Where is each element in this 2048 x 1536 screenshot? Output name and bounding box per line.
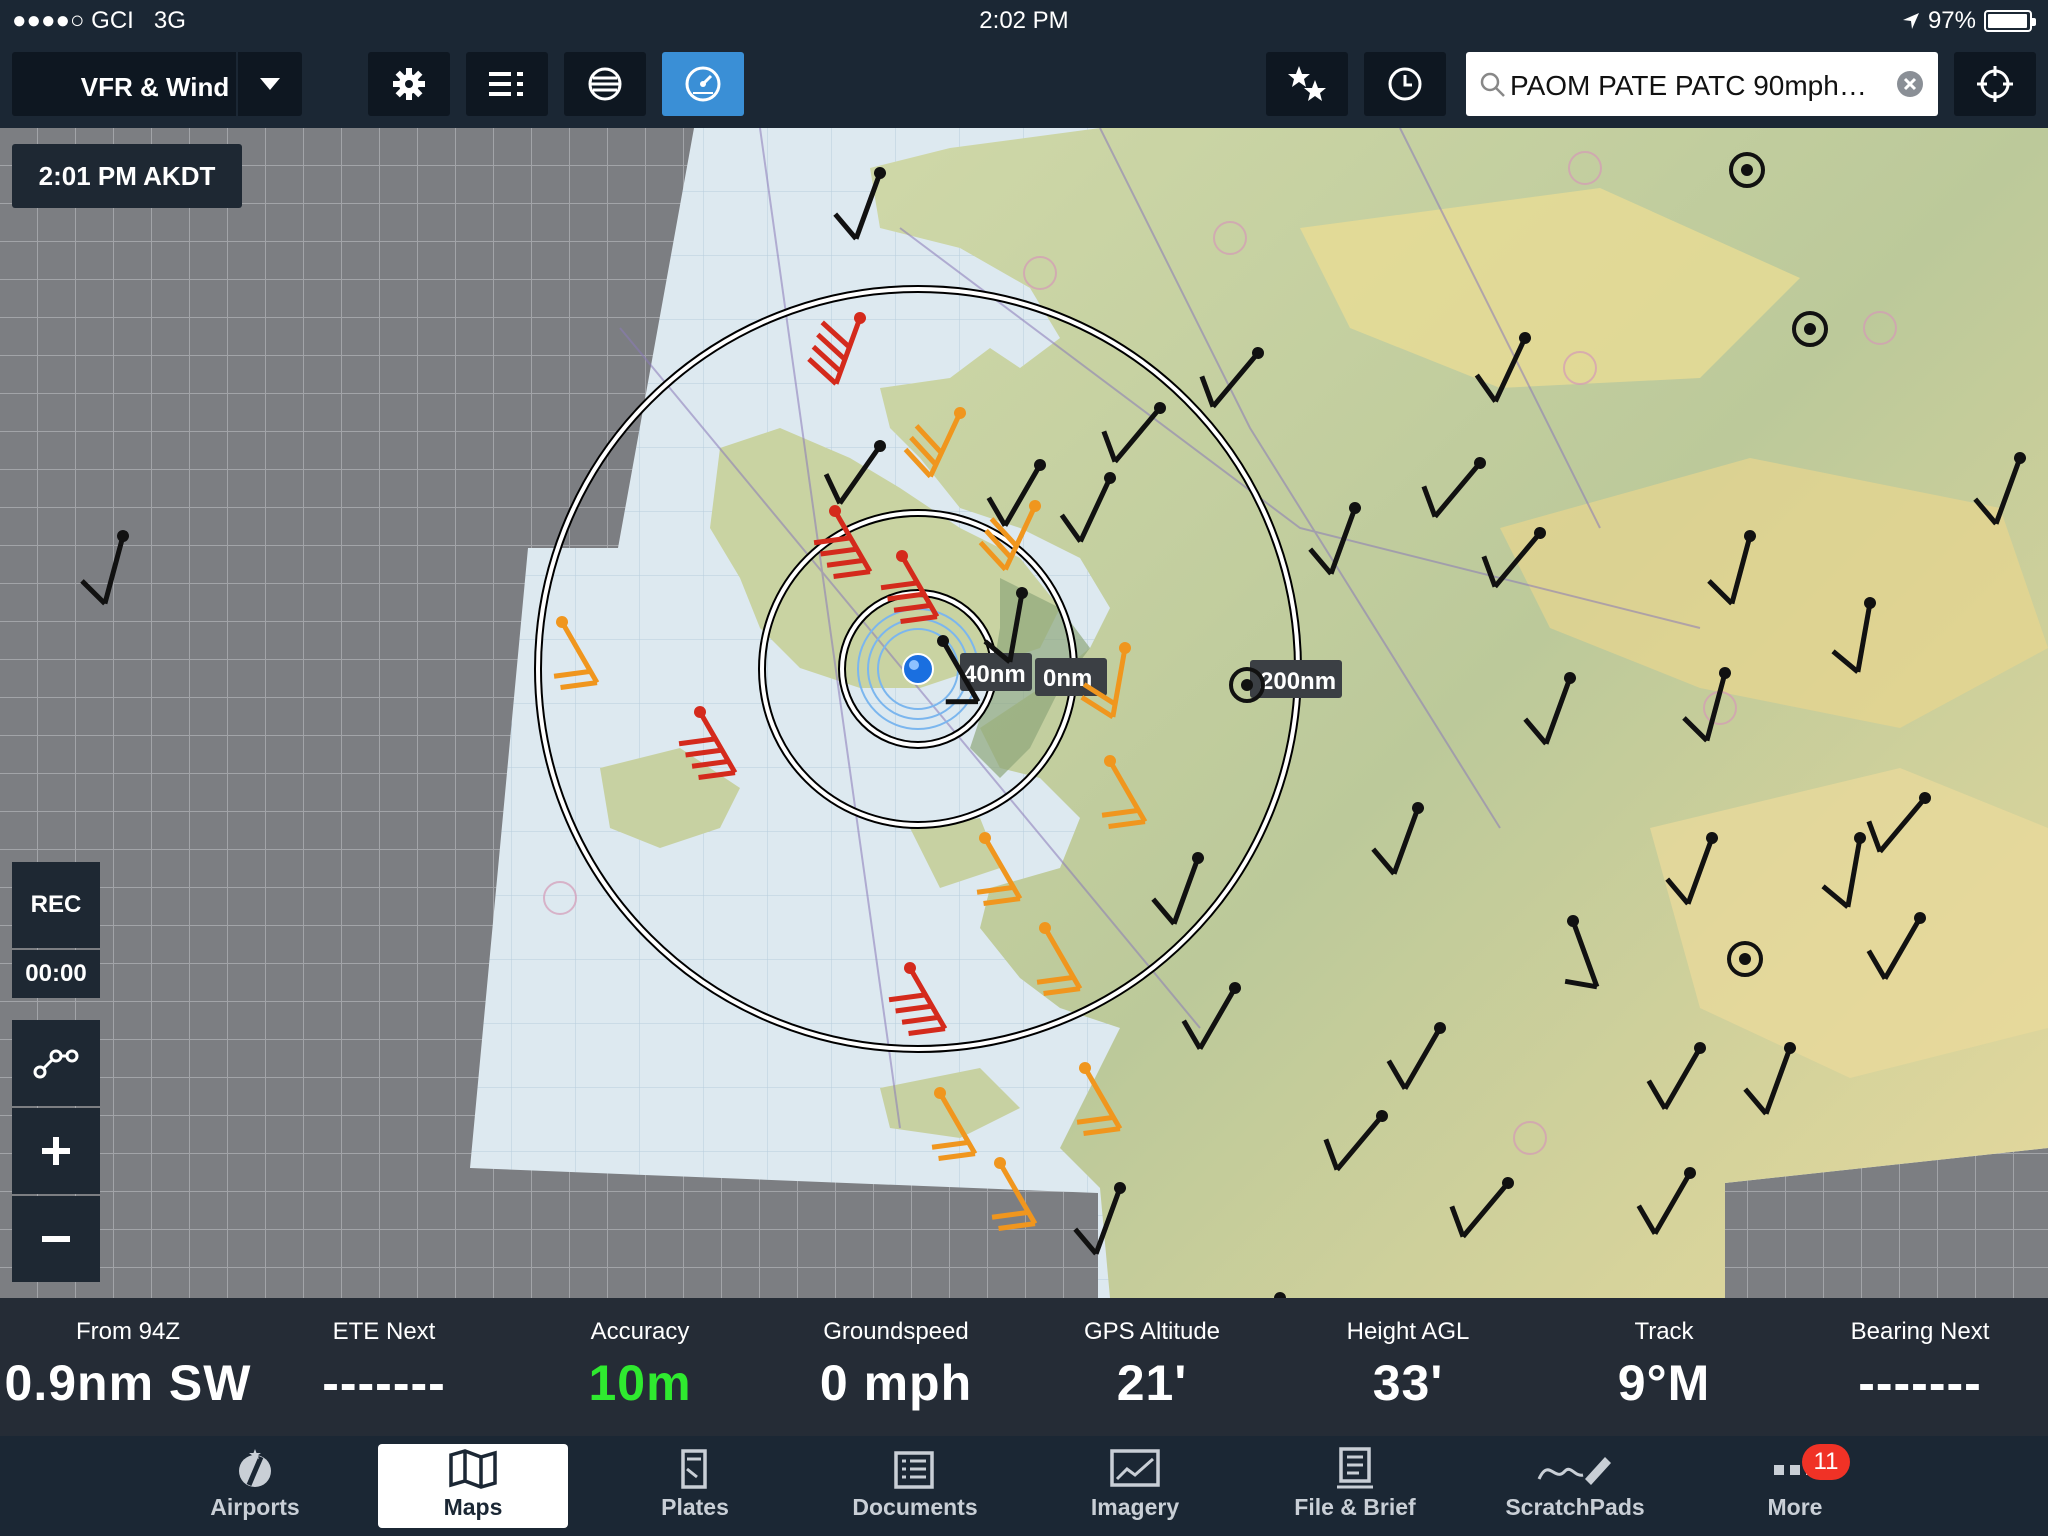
favorites-button[interactable] xyxy=(1266,52,1348,116)
instrument-value: 33' xyxy=(1372,1355,1444,1411)
instrument-panel[interactable]: From 94Z 0.9nm SW ETE Next ------- Accuracy 1… xyxy=(0,1298,2048,1436)
tab-label: Imagery xyxy=(1090,1494,1180,1520)
map-time-chip: 2:01 PM AKDT xyxy=(12,144,242,208)
instrument-value: 10m xyxy=(588,1355,692,1411)
tab-label: Plates xyxy=(661,1494,729,1520)
more-icon xyxy=(1700,1444,1890,1494)
instrument-groundspeed[interactable]: Groundspeed 0 mph xyxy=(768,1298,1024,1436)
record-timer: 00:00 xyxy=(12,950,100,998)
range-label-40-text: 40nm xyxy=(963,661,1026,688)
gauge-icon xyxy=(685,66,721,102)
instrument-value: 0.9nm SW xyxy=(4,1355,252,1411)
chevron-down-icon[interactable] xyxy=(260,78,280,90)
minus-icon xyxy=(42,1236,70,1242)
instrument-value: 9°M xyxy=(1617,1355,1711,1411)
clock-icon xyxy=(1388,67,1422,101)
instrument-value: ------- xyxy=(1858,1355,1982,1411)
tab-label: Documents xyxy=(852,1494,978,1520)
file-brief-icon xyxy=(1260,1444,1450,1494)
plates-icon xyxy=(600,1444,790,1494)
zoom-out-button[interactable] xyxy=(12,1196,100,1282)
tab-label: Airports xyxy=(210,1494,300,1520)
scratchpads-icon xyxy=(1480,1444,1670,1494)
notification-badge: 11 xyxy=(1802,1444,1850,1480)
ownship-marker xyxy=(902,653,934,685)
gear-icon xyxy=(393,68,425,100)
instrument-accuracy[interactable]: Accuracy 10m xyxy=(512,1298,768,1436)
rec-timer-text: 00:00 xyxy=(25,960,87,987)
instrument-label: Bearing Next xyxy=(1850,1318,1990,1345)
tab-bar: Airports Maps Plates Documents Imagery File &… xyxy=(0,1436,2048,1536)
layers-globe-icon xyxy=(588,67,622,101)
rec-label: REC xyxy=(30,891,82,918)
instrument-gps-altitude[interactable]: GPS Altitude 21' xyxy=(1024,1298,1280,1436)
instrument-track[interactable]: Track 9°M xyxy=(1536,1298,1792,1436)
carrier-info: ●●●●○ GCI 3G xyxy=(12,7,186,35)
clock: 2:02 PM xyxy=(979,7,1069,34)
record-button[interactable]: REC xyxy=(12,862,100,948)
map-view[interactable]: 40nm 0nm 200nm 2:01 PM AKDT REC 00:00 xyxy=(0,128,2048,1298)
search-icon xyxy=(1480,72,1505,97)
layer-selector-label: VFR & Wind xyxy=(80,72,230,102)
instrument-label: Groundspeed xyxy=(823,1318,969,1345)
status-bar: ●●●●○ GCI 3G 2:02 PM 97% xyxy=(0,0,2048,42)
map-toolbar: VFR & Wind PAOM PATE PATC 90mph… xyxy=(0,42,2048,128)
location-arrow-icon xyxy=(1902,13,1919,29)
documents-icon xyxy=(820,1444,1010,1494)
tab-plates[interactable]: Plates xyxy=(600,1444,790,1528)
carrier-name: GCI xyxy=(91,7,134,34)
airports-icon xyxy=(160,1444,350,1494)
instrument-value: 0 mph xyxy=(819,1355,973,1411)
instruments-button[interactable] xyxy=(662,52,744,116)
instrument-value: 21' xyxy=(1116,1355,1188,1411)
tab-label: ScratchPads xyxy=(1505,1494,1645,1520)
route-icon xyxy=(33,1049,79,1079)
tab-scratchpads[interactable]: ScratchPads xyxy=(1480,1444,1670,1528)
tab-airports[interactable]: Airports xyxy=(160,1444,350,1528)
tab-maps[interactable]: Maps xyxy=(378,1444,568,1528)
tab-imagery[interactable]: Imagery xyxy=(1040,1444,1230,1528)
signal-dots-icon: ●●●●○ xyxy=(12,7,85,34)
settings-button[interactable] xyxy=(368,52,450,116)
list-icon xyxy=(489,72,523,96)
route-button[interactable] xyxy=(12,1020,100,1106)
sectional-chart[interactable]: 40nm 0nm 200nm xyxy=(0,128,2048,1298)
range-label-200-text: 200nm xyxy=(1260,668,1336,695)
tab-label: File & Brief xyxy=(1294,1494,1416,1520)
favorites-icon xyxy=(1288,66,1326,101)
tab-more[interactable]: More 11 xyxy=(1700,1444,1890,1528)
instrument-label: Accuracy xyxy=(590,1318,690,1345)
instrument-bearing-next[interactable]: Bearing Next ------- xyxy=(1792,1298,2048,1436)
instrument-label: ETE Next xyxy=(332,1318,436,1345)
tab-file-brief[interactable]: File & Brief xyxy=(1260,1444,1450,1528)
tab-label: More xyxy=(1767,1494,1823,1520)
search-text: PAOM PATE PATC 90mph… xyxy=(1510,70,1867,101)
network-type: 3G xyxy=(153,7,186,34)
map-time-text: 2:01 PM AKDT xyxy=(38,160,216,191)
instrument-label: GPS Altitude xyxy=(1083,1318,1221,1345)
imagery-icon xyxy=(1040,1444,1230,1494)
locate-button[interactable] xyxy=(1954,52,2036,116)
tab-documents[interactable]: Documents xyxy=(820,1444,1010,1528)
zoom-in-button[interactable] xyxy=(12,1108,100,1194)
list-button[interactable] xyxy=(466,52,548,116)
layers-button[interactable] xyxy=(564,52,646,116)
locate-icon xyxy=(1977,66,2013,102)
instrument-ete-next[interactable]: ETE Next ------- xyxy=(256,1298,512,1436)
tab-label: Maps xyxy=(443,1494,503,1520)
battery-icon xyxy=(1984,10,2036,32)
history-button[interactable] xyxy=(1364,52,1446,116)
battery-percent: 97% xyxy=(1927,7,1976,34)
instrument-height-agl[interactable]: Height AGL 33' xyxy=(1280,1298,1536,1436)
instrument-label: Height AGL xyxy=(1346,1318,1470,1345)
plus-icon xyxy=(42,1137,70,1165)
clear-search-icon[interactable] xyxy=(1896,70,1924,98)
instrument-label: Track xyxy=(1634,1318,1694,1345)
search-input[interactable]: PAOM PATE PATC 90mph… xyxy=(1466,52,1938,116)
maps-icon xyxy=(378,1444,568,1494)
instrument-label: From 94Z xyxy=(75,1318,180,1345)
layer-selector[interactable]: VFR & Wind xyxy=(12,52,302,116)
instrument-from-94z[interactable]: From 94Z 0.9nm SW xyxy=(0,1298,256,1436)
instrument-value: ------- xyxy=(322,1355,446,1411)
